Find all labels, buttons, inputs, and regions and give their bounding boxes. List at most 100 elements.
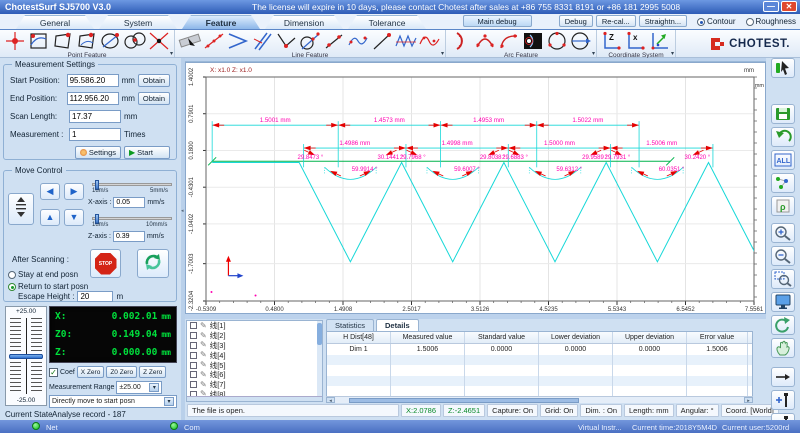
obtain-end-button[interactable]: Obtain [137,91,170,105]
pencil-icon[interactable]: ✎ [200,351,207,359]
close-button[interactable]: ✕ [781,1,797,12]
quad-point-icon[interactable] [51,30,75,52]
move-right-button[interactable]: ▶ [64,183,84,200]
tab-tolerance[interactable]: Tolerance [348,15,426,29]
two-circles-point-icon[interactable] [123,30,147,52]
start-position-input[interactable] [66,73,119,87]
range-select[interactable]: ±25.00 ▾ [116,380,163,394]
display-icon[interactable] [771,292,795,312]
x-speed-input[interactable] [113,196,146,208]
refresh-button[interactable] [137,249,169,278]
ellipse-line-point-icon[interactable] [99,30,123,52]
list-horizontal-scrollbar[interactable] [187,396,322,401]
chevron-down-icon[interactable]: ▾ [671,50,674,57]
z-speed-input[interactable] [112,230,145,242]
clear-icon[interactable]: ρ [771,196,795,216]
tab-general[interactable]: General [16,15,94,29]
pointer-icon[interactable] [771,58,795,78]
all-icon[interactable]: ALL [771,150,795,170]
rect-arc-point-icon[interactable] [27,30,51,52]
minimize-button[interactable]: — [763,1,779,12]
profile-canvas[interactable]: -0.5309 0.4800 1.4908 2.5017 3.5126 4.5235 5.5… [185,62,766,314]
arc-points-icon[interactable] [473,30,497,52]
angle-line-icon[interactable] [274,30,298,52]
pencil-icon[interactable]: ✎ [200,361,207,369]
list-vertical-scrollbar[interactable] [317,321,322,397]
two-point-line-icon[interactable] [322,30,346,52]
table-horizontal-scrollbar[interactable]: ◂ ▸ [326,396,753,404]
chevron-down-icon[interactable]: ▾ [170,50,173,57]
pencil-icon[interactable]: ✎ [200,321,207,330]
chevron-down-icon[interactable]: ▾ [592,50,595,57]
list-item[interactable]: ✎ 线[7] [187,380,322,390]
pencil-icon[interactable]: ✎ [200,341,207,349]
quad-arc-point-icon[interactable] [75,30,99,52]
escape-height-input[interactable] [77,290,114,302]
coord-z-icon[interactable]: Z [600,30,624,52]
move-option-select[interactable]: Directly move to start posn ▾ [49,395,177,408]
hatched-line-icon[interactable] [178,30,202,52]
half-arc-icon[interactable] [449,30,473,52]
x-zero-button[interactable]: X Zero [76,366,105,378]
z-speed-slider[interactable] [92,214,172,224]
straightn--button[interactable]: Straightn... [638,15,688,27]
move-left-button[interactable]: ◀ [40,183,60,200]
settings-button[interactable]: Settings [74,145,121,159]
list-item[interactable]: ✎ 线[4] [187,350,322,360]
contour-radio[interactable] [697,17,706,26]
obtain-start-button[interactable]: Obtain [137,73,170,87]
mode-roughness[interactable]: Roughness [736,16,796,26]
scan-length-input[interactable] [69,109,121,123]
coef-checkbox[interactable]: ✓ [49,367,58,377]
return-radio[interactable] [8,282,16,291]
tab-details[interactable]: Details [376,319,419,331]
probe-plus-icon[interactable] [771,390,795,410]
item-checkbox[interactable] [190,361,197,369]
jog-mode-button[interactable] [8,193,34,225]
save-icon[interactable] [771,104,795,124]
pencil-icon[interactable]: ✎ [200,370,207,379]
wave-n-icon[interactable] [418,30,442,52]
stay-radio[interactable] [8,270,16,279]
zoom-in-icon[interactable] [771,223,795,243]
coord-align-icon[interactable] [648,30,672,52]
measurement-times-input[interactable] [69,127,121,141]
list-item[interactable]: ✎ 线[1] [187,321,322,331]
point-line-icon[interactable] [370,30,394,52]
stay-radio-row[interactable]: Stay at end posn [8,269,78,279]
curve-line-icon[interactable] [346,30,370,52]
zoom-window-icon[interactable] [771,269,795,289]
crosshair-point-icon[interactable] [3,30,27,52]
table-row[interactable]: Dim 1 1.5006 0.0000 0.0000 0.0000 1.5006 [327,344,752,355]
circle-axis-icon[interactable] [569,30,593,52]
list-item[interactable]: ✎ 线[5] [187,360,322,370]
list-item[interactable]: ✎ 线[3] [187,341,322,351]
item-checkbox[interactable] [190,341,197,349]
item-checkbox[interactable] [190,351,197,359]
tab-statistics[interactable]: Statistics [326,319,375,331]
intersection-point-icon[interactable] [147,30,171,52]
position-gauge[interactable]: +25.00 -25.00 [5,306,47,406]
item-checkbox[interactable] [190,381,197,389]
tab-feature[interactable]: Feature [182,15,260,29]
item-checkbox[interactable] [190,371,197,379]
scroll-thumb[interactable] [349,397,579,403]
undo-icon[interactable] [771,127,795,147]
scroll-thumb[interactable] [317,323,322,345]
quarter-arc-icon[interactable] [497,30,521,52]
item-checkbox[interactable] [190,332,197,340]
end-position-input[interactable] [66,91,119,105]
circle-tangent-line-icon[interactable] [298,30,322,52]
gauge-handle[interactable] [9,354,43,359]
coord-x-icon[interactable]: x [624,30,648,52]
pencil-icon[interactable]: ✎ [200,380,207,389]
list-item[interactable]: ✎ 线[2] [187,331,322,341]
circle-points-icon[interactable] [545,30,569,52]
collapse-icon[interactable]: ◂ [181,208,184,214]
re-cal--button[interactable]: Re-cal... [595,15,636,27]
tab-dimension[interactable]: Dimension [265,15,343,29]
z0-zero-button[interactable]: Z0 Zero [106,366,138,378]
roughness-radio[interactable] [745,17,754,26]
stop-button[interactable]: STOP [90,249,121,278]
wave-m-icon[interactable] [394,30,418,52]
